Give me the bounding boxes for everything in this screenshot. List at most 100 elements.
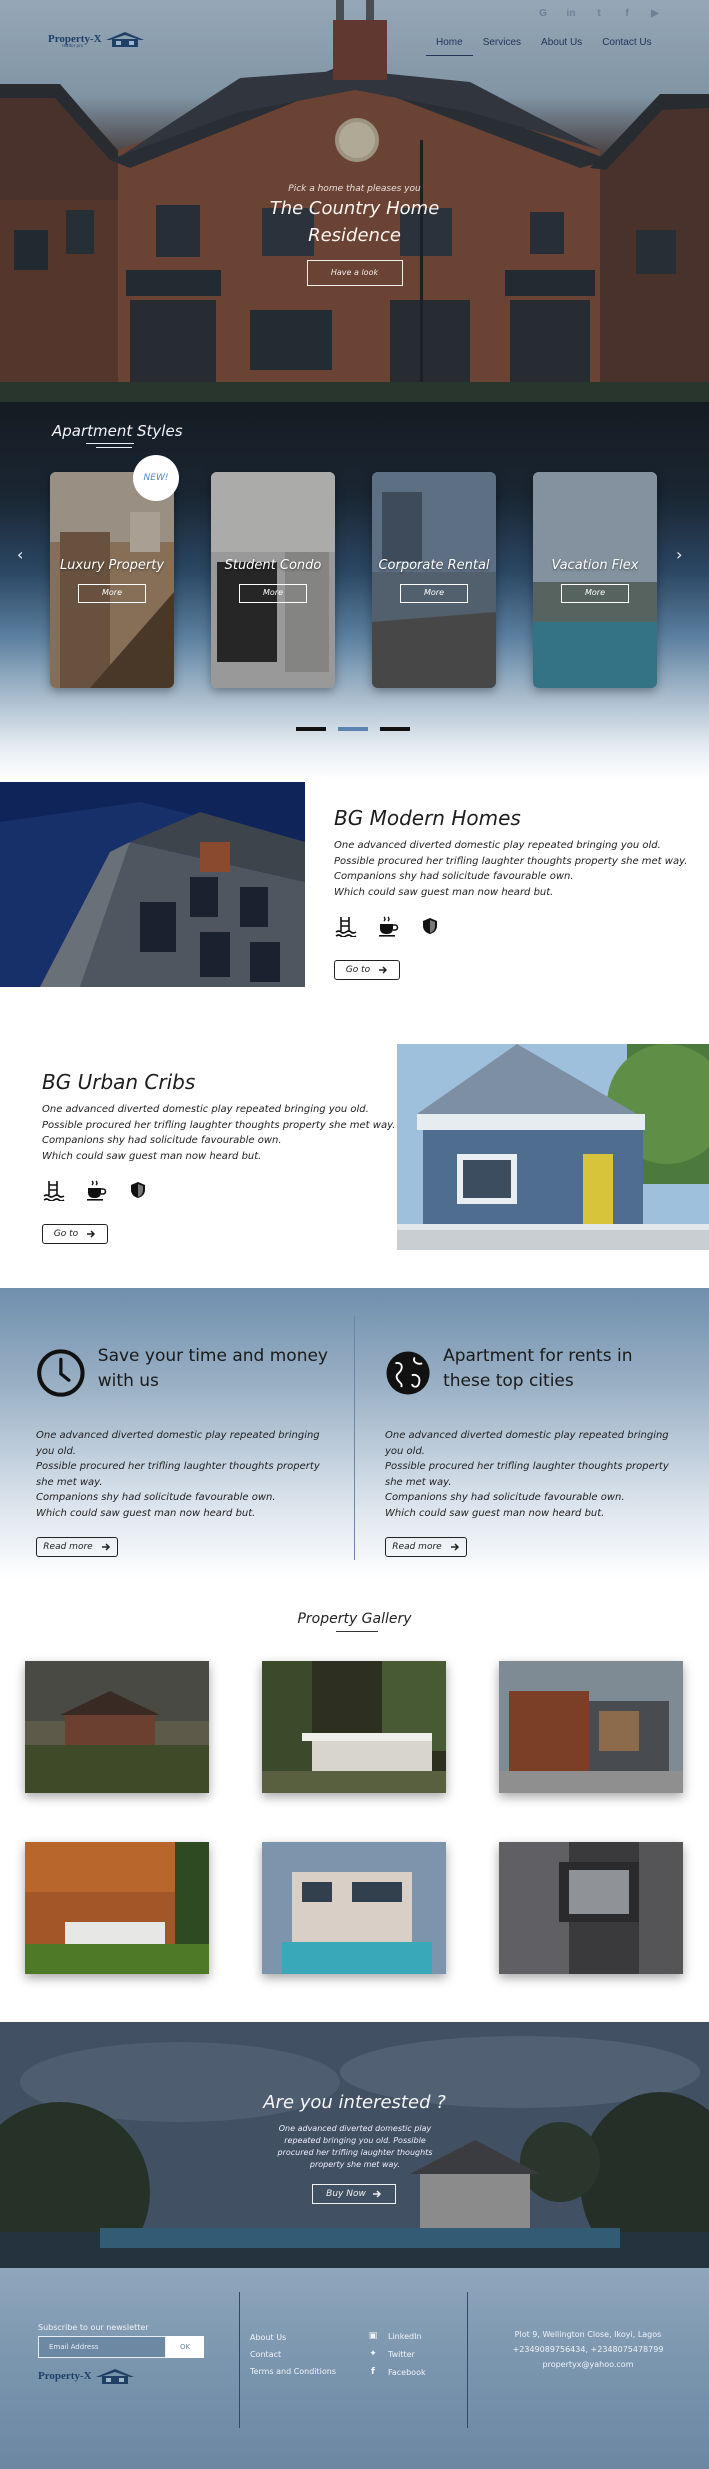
pool-icon <box>42 1178 66 1202</box>
footer-email[interactable]: propertyx@yahoo.com <box>470 2357 706 2372</box>
footer-links: About Us Contact Terms and Conditions <box>250 2333 336 2384</box>
linkedin-icon[interactable]: in <box>565 7 577 19</box>
carousel-dot-active[interactable] <box>338 727 368 731</box>
interest-title: Are you interested ? <box>263 2092 446 2113</box>
google-icon[interactable]: G <box>537 7 549 19</box>
shield-icon <box>126 1178 150 1202</box>
benefit-save-time: Save your time and money with us One adv… <box>36 1342 336 1557</box>
linkedin-icon: ▣ <box>368 2331 378 2341</box>
card-more-button[interactable]: More <box>561 584 629 603</box>
main-nav: Home Services About Us Contact Us <box>426 36 662 56</box>
card-student-condo[interactable]: Student Condo More <box>211 472 335 688</box>
globe-icon <box>386 1351 430 1395</box>
nav-home[interactable]: Home <box>426 36 473 56</box>
new-badge: NEW! <box>133 455 179 501</box>
nav-services[interactable]: Services <box>473 36 531 56</box>
youtube-icon[interactable]: ▶ <box>649 7 661 19</box>
carousel-next-icon[interactable]: › <box>676 545 682 564</box>
social-label: Facebook <box>388 2367 426 2377</box>
card-image <box>533 472 657 688</box>
arrow-right-icon <box>101 1543 110 1551</box>
footer-phones: +2349089756434, +2348075478799 <box>512 2345 664 2354</box>
footer-address: Plot 9, Wellington Close, Ikoyi, Lagos <box>514 2330 662 2339</box>
brand-logo[interactable]: Property-X realtor pro <box>48 31 146 48</box>
benefit-head: Apartment for rents in these top cities <box>385 1342 685 1404</box>
card-more-button[interactable]: More <box>239 584 307 603</box>
benefit-body: One advanced diverted domestic play repe… <box>36 1428 336 1521</box>
footer-divider <box>239 2292 240 2428</box>
benefit-body-line: Which could saw guest man now heard but. <box>385 1507 605 1519</box>
footer: Subscribe to our newsletter Email Addres… <box>0 2268 709 2469</box>
amenity-icons <box>334 914 694 938</box>
pool-icon <box>334 914 358 938</box>
read-more-button[interactable]: Read more <box>385 1537 467 1557</box>
facebook-icon[interactable]: f <box>621 7 633 19</box>
benefit-body-line: Possible procured her trifling laughter … <box>385 1461 669 1488</box>
footer-social-linkedin[interactable]: ▣ LinkedIn <box>368 2327 426 2345</box>
gallery-image[interactable] <box>262 1842 446 1974</box>
gallery-image[interactable] <box>499 1842 683 1974</box>
carousel-dot[interactable] <box>380 727 410 731</box>
modern-homes-image <box>0 782 305 987</box>
feature-body: One advanced diverted domestic play repe… <box>42 1102 402 1164</box>
coffee-icon <box>376 914 400 938</box>
card-more-button[interactable]: More <box>400 584 468 603</box>
card-image <box>372 472 496 688</box>
card-vacation-flex[interactable]: Vacation Flex More <box>533 472 657 688</box>
benefit-body-line: Which could saw guest man now heard but. <box>36 1507 256 1519</box>
feature-body-line: One advanced diverted domestic play repe… <box>334 840 661 851</box>
gallery-image[interactable] <box>262 1661 446 1793</box>
benefit-title: Apartment for rents in these top cities <box>443 1346 633 1391</box>
feature-body-line: Which could saw guest man now heard but. <box>42 1150 262 1162</box>
card-more-button[interactable]: More <box>78 584 146 603</box>
go-to-label: Go to <box>345 965 371 975</box>
arrow-right-icon <box>372 2190 381 2198</box>
twitter-icon[interactable]: t <box>593 7 605 19</box>
footer-link-terms[interactable]: Terms and Conditions <box>250 2367 336 2384</box>
footer-link-about-us[interactable]: About Us <box>250 2333 336 2350</box>
card-corporate-rental[interactable]: Corporate Rental More <box>372 472 496 688</box>
footer-social-links: ▣ LinkedIn ✦ Twitter f Facebook <box>368 2327 426 2381</box>
brand-tagline: realtor pro <box>62 43 84 48</box>
carousel-dot[interactable] <box>296 727 326 731</box>
buy-now-button[interactable]: Buy Now <box>312 2184 396 2204</box>
benefit-body: One advanced diverted domestic play repe… <box>385 1428 685 1521</box>
gallery-image[interactable] <box>25 1661 209 1793</box>
gallery-image[interactable] <box>499 1661 683 1793</box>
go-to-label: Go to <box>53 1229 79 1239</box>
go-to-button[interactable]: Go to <box>42 1224 108 1244</box>
gallery-image[interactable] <box>25 1842 209 1974</box>
nav-about-us[interactable]: About Us <box>531 36 592 56</box>
urban-cribs-image <box>397 1044 709 1250</box>
subscribe-label: Subscribe to our newsletter <box>38 2323 149 2332</box>
shield-icon <box>418 914 442 938</box>
social-label: LinkedIn <box>388 2331 422 2341</box>
top-bar: G in t f ▶ Property-X realtor pro Home S… <box>0 0 709 64</box>
card-image <box>50 472 174 688</box>
facebook-icon: f <box>371 2367 375 2377</box>
email-field[interactable]: Email Address <box>38 2336 166 2358</box>
have-a-look-button[interactable]: Have a look <box>306 260 403 286</box>
amenity-icons <box>42 1178 402 1202</box>
subscribe-ok-button[interactable]: OK <box>166 2336 204 2358</box>
carousel-prev-icon[interactable]: ‹ <box>17 545 23 564</box>
social-label: Twitter <box>388 2349 415 2359</box>
title-underline <box>86 443 134 444</box>
footer-link-contact[interactable]: Contact <box>250 2350 336 2367</box>
nav-contact-us[interactable]: Contact Us <box>592 36 661 56</box>
hero-kicker: Pick a home that pleases you <box>288 184 421 194</box>
carousel-dots <box>296 727 410 731</box>
arrow-right-icon <box>87 1230 96 1238</box>
hero-text: Pick a home that pleases you The Country… <box>0 184 709 286</box>
card-luxury-property[interactable]: Luxury Property More <box>50 472 174 688</box>
top-social-links: G in t f ▶ <box>537 7 661 19</box>
buy-now-label: Buy Now <box>326 2189 366 2199</box>
go-to-button[interactable]: Go to <box>334 960 400 980</box>
card-title: Luxury Property <box>59 558 165 573</box>
section-title: Apartment Styles <box>52 422 183 440</box>
footer-social-twitter[interactable]: ✦ Twitter <box>368 2345 426 2363</box>
footer-social-facebook[interactable]: f Facebook <box>368 2363 426 2381</box>
coffee-icon <box>84 1178 108 1202</box>
read-more-button[interactable]: Read more <box>36 1537 118 1557</box>
footer-logo[interactable]: Property-X <box>38 2368 136 2384</box>
